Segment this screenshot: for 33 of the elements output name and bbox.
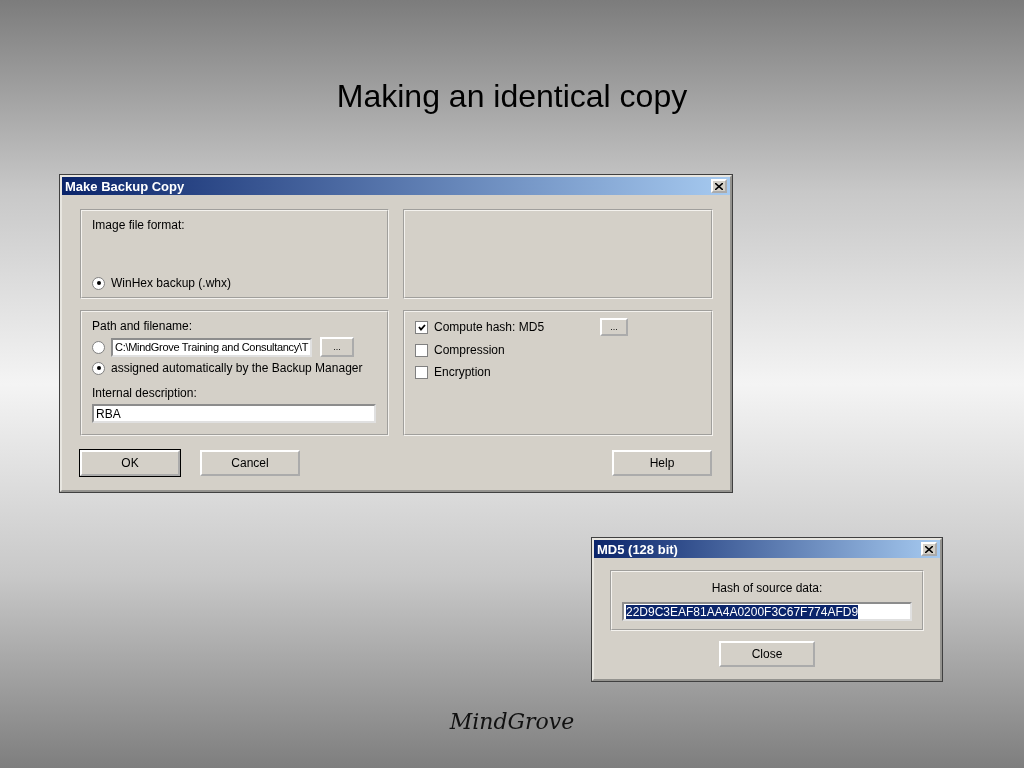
close-dialog-button[interactable]: Close bbox=[719, 641, 815, 667]
checkbox[interactable] bbox=[415, 343, 428, 357]
hash-field[interactable]: 22D9C3EAF81AA4A0200F3C67F774AFD9 bbox=[622, 602, 912, 621]
checkbox[interactable] bbox=[415, 365, 428, 379]
checkbox-label[interactable]: Compute hash: MD5 bbox=[434, 319, 545, 335]
logo-text: MindGrove bbox=[449, 709, 575, 734]
radio-button[interactable] bbox=[92, 361, 105, 375]
close-button[interactable] bbox=[711, 179, 727, 193]
radio-button[interactable] bbox=[92, 276, 105, 290]
dialog-button[interactable]: Cancel bbox=[200, 450, 300, 476]
radio-button[interactable] bbox=[92, 340, 105, 354]
close-icon bbox=[925, 545, 933, 553]
checkbox[interactable] bbox=[415, 320, 428, 334]
window-title: MD5 (128 bit) bbox=[597, 541, 678, 557]
checkbox-label[interactable]: Compression bbox=[434, 342, 505, 358]
group-label: Image file format: bbox=[92, 217, 186, 233]
group-label: Path and filename: bbox=[92, 318, 194, 334]
field-label: Hash of source data: bbox=[711, 580, 823, 596]
description-field[interactable]: RBA bbox=[92, 404, 376, 423]
close-icon bbox=[715, 182, 723, 190]
dialog-button[interactable]: Help bbox=[612, 450, 712, 476]
path-field[interactable]: C:\MindGrove Training and Consultancy\T bbox=[111, 337, 313, 357]
close-button[interactable] bbox=[921, 542, 937, 556]
radio-label[interactable]: assigned automatically by the Backup Manager bbox=[111, 360, 363, 376]
settings-button[interactable]: ... bbox=[600, 318, 629, 336]
checkbox-label[interactable]: Encryption bbox=[434, 364, 491, 380]
window-title: Make Backup Copy bbox=[65, 178, 185, 194]
checkmark-icon bbox=[417, 323, 426, 331]
field-label: Internal description: bbox=[92, 385, 198, 401]
slide-title: Making an identical copy bbox=[336, 77, 688, 116]
browse-button[interactable]: ... bbox=[320, 337, 355, 357]
dialog-button[interactable]: OK bbox=[80, 450, 180, 476]
radio-label[interactable]: WinHex backup (.whx) bbox=[111, 275, 232, 291]
